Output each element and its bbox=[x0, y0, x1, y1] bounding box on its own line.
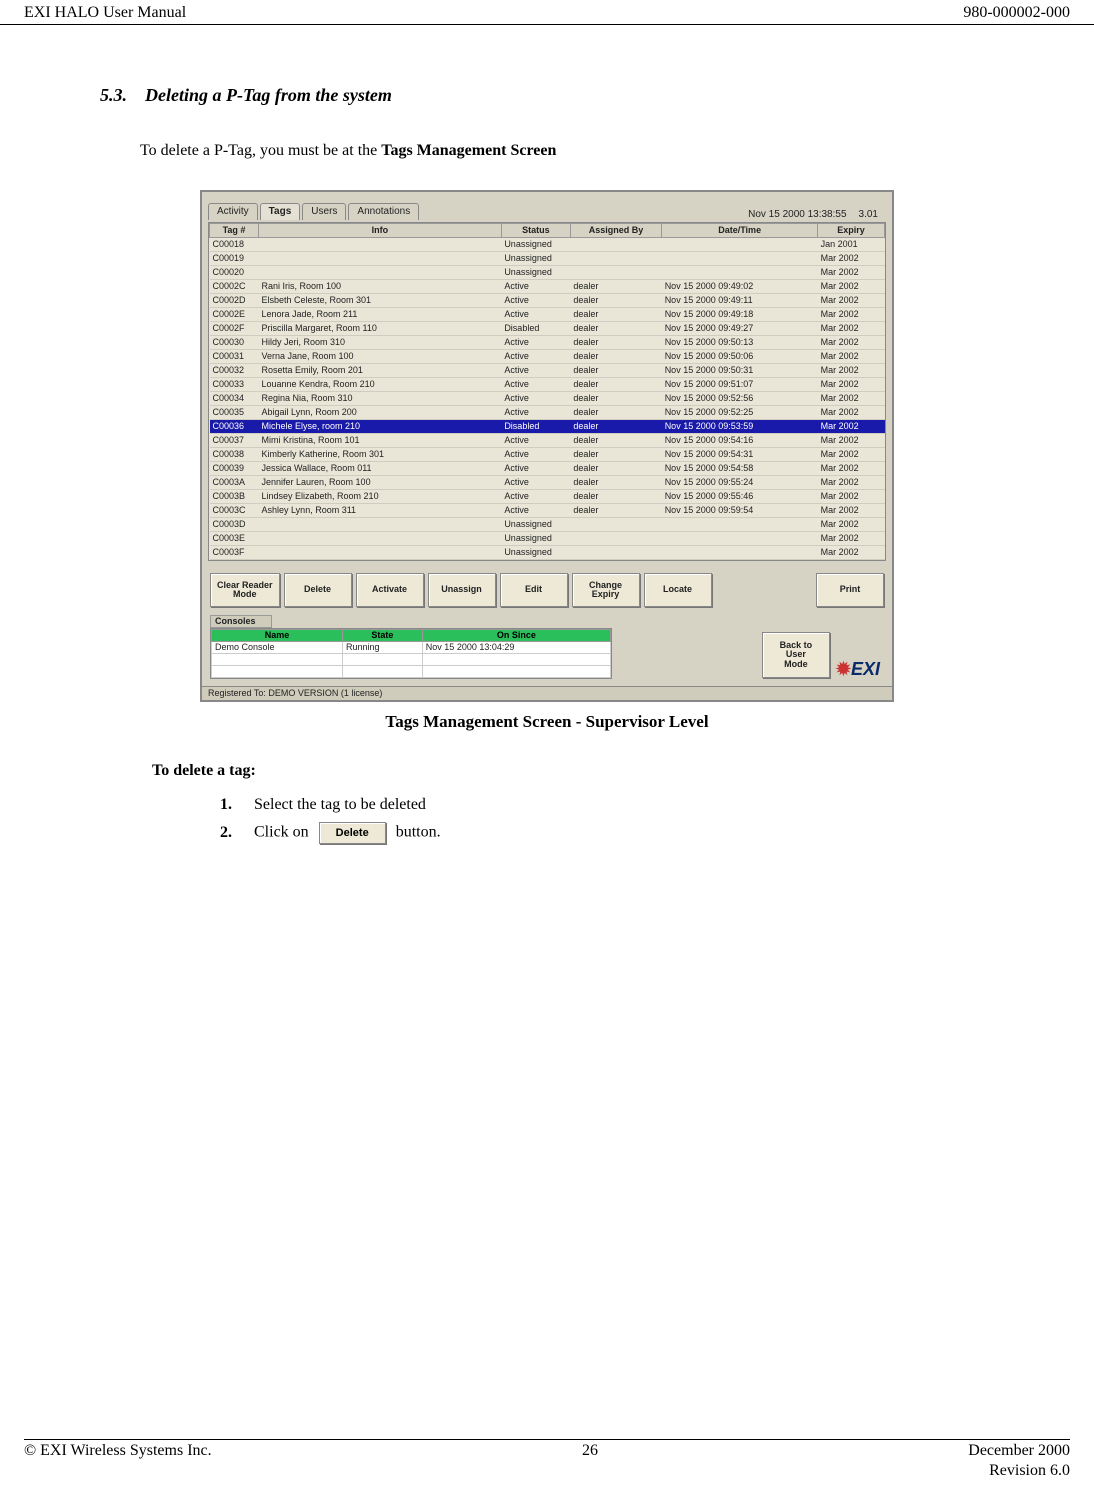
section-title: Deleting a P-Tag from the system bbox=[145, 85, 392, 105]
table-row[interactable]: C0003DUnassignedMar 2002 bbox=[210, 518, 885, 532]
tags-table[interactable]: Tag # Info Status Assigned By Date/Time … bbox=[209, 223, 885, 560]
table-row[interactable]: C0002ELenora Jade, Room 211ActivedealerN… bbox=[210, 308, 885, 322]
exi-logo: ✹EXI bbox=[836, 660, 880, 678]
col-info[interactable]: Info bbox=[259, 224, 502, 238]
consoles-panel: Name State On Since Demo Console Running… bbox=[210, 628, 612, 679]
header-left: EXI HALO User Manual bbox=[24, 4, 186, 22]
table-row[interactable]: C0003AJennifer Lauren, Room 100Activedea… bbox=[210, 476, 885, 490]
page-footer: © EXI Wireless Systems Inc. 26 December … bbox=[24, 1439, 1070, 1480]
consoles-table[interactable]: Name State On Since Demo Console Running… bbox=[211, 629, 611, 678]
footer-left: © EXI Wireless Systems Inc. bbox=[24, 1442, 212, 1460]
table-row[interactable]: C0003FUnassignedMar 2002 bbox=[210, 546, 885, 560]
table-row[interactable]: C0002DElsbeth Celeste, Room 301Activedea… bbox=[210, 294, 885, 308]
print-button[interactable]: Print bbox=[816, 573, 884, 607]
footer-right2: Revision 6.0 bbox=[989, 1462, 1070, 1480]
table-row[interactable]: C0003BLindsey Elizabeth, Room 210Actived… bbox=[210, 490, 885, 504]
table-row[interactable]: C00037Mimi Kristina, Room 101Activedeale… bbox=[210, 434, 885, 448]
table-row[interactable]: C00031Verna Jane, Room 100ActivedealerNo… bbox=[210, 350, 885, 364]
consoles-label: Consoles bbox=[210, 615, 272, 628]
page-header: EXI HALO User Manual 980-000002-000 bbox=[0, 0, 1094, 25]
table-row[interactable]: C00030Hildy Jeri, Room 310ActivedealerNo… bbox=[210, 336, 885, 350]
consoles-col-state: State bbox=[343, 630, 423, 642]
activate-button[interactable]: Activate bbox=[356, 573, 424, 607]
figure-caption: Tags Management Screen - Supervisor Leve… bbox=[100, 712, 994, 732]
intro-text: To delete a P-Tag, you must be at the Ta… bbox=[140, 142, 994, 160]
unassign-button[interactable]: Unassign bbox=[428, 573, 496, 607]
table-row[interactable]: C00019UnassignedMar 2002 bbox=[210, 252, 885, 266]
consoles-col-name: Name bbox=[212, 630, 343, 642]
tab-tags[interactable]: Tags bbox=[260, 203, 301, 220]
col-assignedby[interactable]: Assigned By bbox=[570, 224, 661, 238]
col-datetime[interactable]: Date/Time bbox=[662, 224, 818, 238]
back-to-user-button[interactable]: Back toUserMode bbox=[762, 632, 830, 678]
col-tag[interactable]: Tag # bbox=[210, 224, 259, 238]
table-row[interactable]: C0002FPriscilla Margaret, Room 110Disabl… bbox=[210, 322, 885, 336]
table-row[interactable]: C00018UnassignedJan 2001 bbox=[210, 238, 885, 252]
delete-button[interactable]: Delete bbox=[284, 573, 352, 607]
step-2: 2. Click on Delete button. bbox=[220, 822, 994, 844]
footer-page: 26 bbox=[582, 1442, 598, 1460]
edit-button[interactable]: Edit bbox=[500, 573, 568, 607]
locate-button[interactable]: Locate bbox=[644, 573, 712, 607]
table-row[interactable]: C00035Abigail Lynn, Room 200Activedealer… bbox=[210, 406, 885, 420]
consoles-row[interactable]: Demo Console Running Nov 15 2000 13:04:2… bbox=[212, 642, 611, 654]
tab-activity[interactable]: Activity bbox=[208, 203, 258, 220]
table-row[interactable]: C0002CRani Iris, Room 100ActivedealerNov… bbox=[210, 280, 885, 294]
steps-heading: To delete a tag: bbox=[152, 762, 994, 780]
footer-right1: December 2000 bbox=[968, 1442, 1070, 1460]
col-status[interactable]: Status bbox=[501, 224, 570, 238]
table-row[interactable]: C00038Kimberly Katherine, Room 301Active… bbox=[210, 448, 885, 462]
header-right: 980-000002-000 bbox=[963, 4, 1070, 22]
section-heading: 5.3. Deleting a P-Tag from the system bbox=[100, 85, 994, 106]
clear-reader-button[interactable]: Clear ReaderMode bbox=[210, 573, 280, 607]
tab-users[interactable]: Users bbox=[302, 203, 346, 220]
clock: Nov 15 2000 13:38:55 bbox=[748, 207, 846, 220]
version-label: 3.01 bbox=[859, 207, 878, 220]
table-row[interactable]: C00033Louanne Kendra, Room 210Activedeal… bbox=[210, 378, 885, 392]
table-row[interactable]: C0003CAshley Lynn, Room 311ActivedealerN… bbox=[210, 504, 885, 518]
table-row[interactable]: C00034Regina Nia, Room 310ActivedealerNo… bbox=[210, 392, 885, 406]
col-expiry[interactable]: Expiry bbox=[818, 224, 885, 238]
change-expiry-button[interactable]: ChangeExpiry bbox=[572, 573, 640, 607]
step-1: 1. Select the tag to be deleted bbox=[220, 796, 994, 814]
tags-panel: Tag # Info Status Assigned By Date/Time … bbox=[208, 222, 886, 561]
action-button-row: Clear ReaderMode Delete Activate Unassig… bbox=[202, 567, 892, 613]
tab-bar: Activity Tags Users Annotations Nov 15 2… bbox=[202, 192, 892, 220]
table-row[interactable]: C0003EUnassignedMar 2002 bbox=[210, 532, 885, 546]
app-window: Activity Tags Users Annotations Nov 15 2… bbox=[200, 190, 894, 702]
table-row[interactable]: C00020UnassignedMar 2002 bbox=[210, 266, 885, 280]
table-header-row: Tag # Info Status Assigned By Date/Time … bbox=[210, 224, 885, 238]
table-row[interactable]: C00039Jessica Wallace, Room 011Activedea… bbox=[210, 462, 885, 476]
tab-annotations[interactable]: Annotations bbox=[348, 203, 419, 220]
table-row[interactable]: C00036Michele Elyse, room 210Disableddea… bbox=[210, 420, 885, 434]
inline-delete-button[interactable]: Delete bbox=[319, 822, 386, 844]
consoles-col-since: On Since bbox=[422, 630, 610, 642]
section-number: 5.3. bbox=[100, 85, 127, 105]
table-row[interactable]: C00032Rosetta Emily, Room 201Activedeale… bbox=[210, 364, 885, 378]
registered-label: Registered To: DEMO VERSION (1 license) bbox=[202, 686, 892, 700]
